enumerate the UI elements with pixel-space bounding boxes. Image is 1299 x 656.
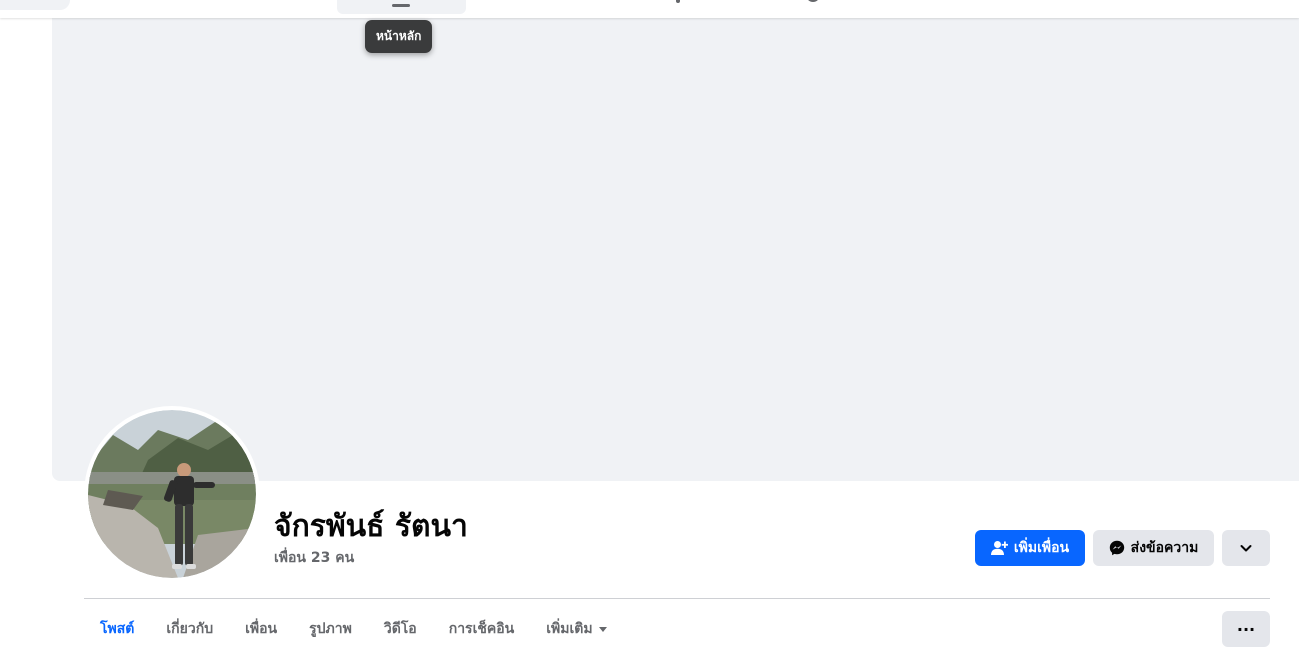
tab-about[interactable]: เกี่ยวกับ — [150, 606, 229, 652]
nav-groups-icon[interactable] — [806, 0, 820, 2]
home-icon — [392, 4, 410, 7]
friends-count-link[interactable]: เพื่อน 23 คน — [274, 547, 354, 569]
nav-video-icon[interactable] — [676, 0, 680, 3]
profile-divider — [84, 598, 1270, 599]
send-message-button[interactable]: ส่งข้อความ — [1093, 530, 1214, 566]
avatar-photo — [88, 410, 256, 578]
tab-label: วิดีโอ — [383, 621, 417, 637]
nav-home-button[interactable] — [337, 0, 466, 14]
home-tooltip: หน้าหลัก — [365, 20, 433, 53]
cover-photo[interactable] — [52, 18, 1299, 481]
add-friend-label: เพิ่มเพื่อน — [1013, 540, 1070, 556]
messenger-icon — [1109, 540, 1124, 556]
caret-down-icon — [598, 627, 607, 632]
search-field[interactable] — [0, 0, 70, 10]
tab-label: การเช็คอิน — [448, 621, 515, 637]
tab-videos[interactable]: วิดีโอ — [368, 606, 433, 652]
tab-posts[interactable]: โพสต์ — [84, 606, 150, 652]
add-friend-button[interactable]: เพิ่มเพื่อน — [975, 530, 1085, 566]
tab-label: เพิ่มเติม — [546, 621, 593, 637]
profile-name: จักรพันธ์ รัตนา — [274, 509, 468, 544]
tab-label: รูปภาพ — [309, 621, 352, 637]
add-friend-icon — [990, 541, 1008, 555]
tab-photos[interactable]: รูปภาพ — [293, 606, 368, 652]
top-navigation-bar — [0, 0, 1299, 18]
tab-checkins[interactable]: การเช็คอิน — [433, 606, 531, 652]
more-options-button[interactable]: ··· — [1222, 611, 1270, 647]
tab-label: เกี่ยวกับ — [166, 621, 214, 637]
tab-more[interactable]: เพิ่มเติม — [530, 606, 622, 652]
send-message-label: ส่งข้อความ — [1130, 540, 1199, 556]
tab-friends[interactable]: เพื่อน — [229, 606, 293, 652]
chevron-down-icon — [1240, 545, 1252, 552]
tab-label: เพื่อน — [245, 621, 278, 637]
profile-avatar[interactable] — [84, 406, 260, 582]
tab-label: โพสต์ — [100, 621, 135, 637]
profile-tabs: โพสต์ เกี่ยวกับ เพื่อน รูปภาพ วิดีโอ การ… — [84, 606, 623, 652]
profile-options-dropdown[interactable] — [1222, 530, 1270, 566]
